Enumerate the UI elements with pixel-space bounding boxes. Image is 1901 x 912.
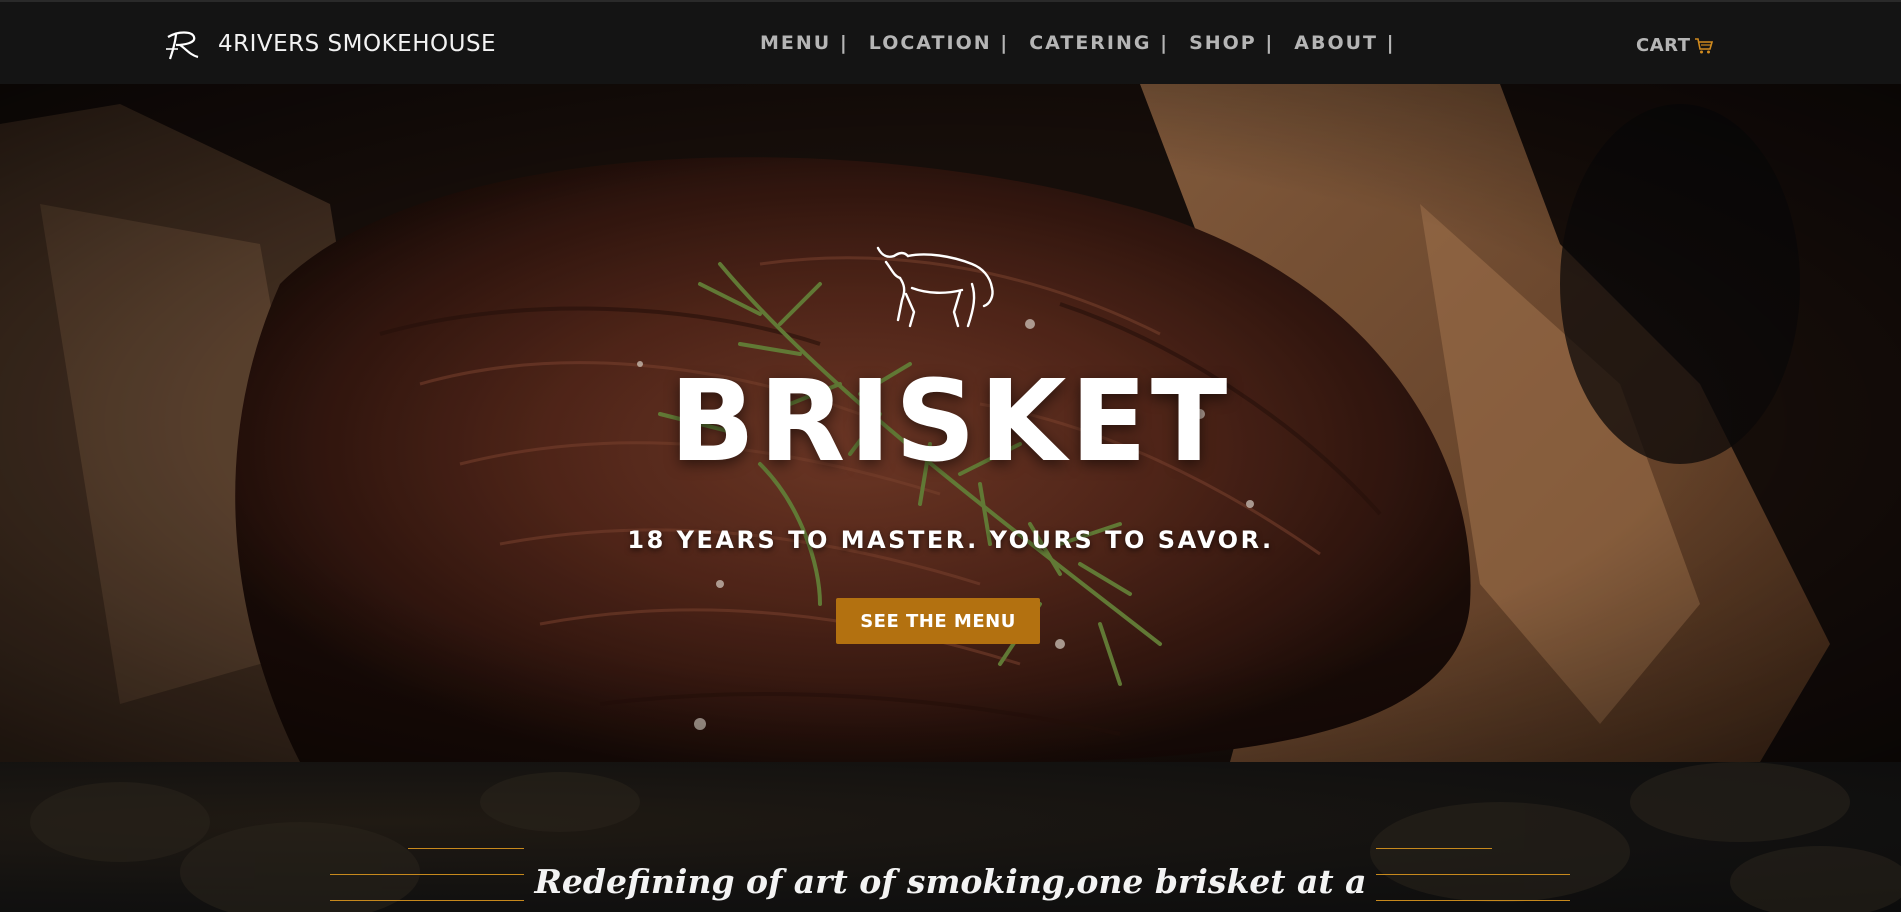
see-the-menu-button[interactable]: SEE THE MENU xyxy=(836,598,1040,644)
hero-subtitle: 18 YEARS TO MASTER. YOURS TO SAVOR. xyxy=(627,526,1274,554)
cart-link[interactable]: CART xyxy=(1636,35,1714,56)
nav-item-catering[interactable]: CATERING | xyxy=(1029,32,1169,54)
cart-label: CART xyxy=(1636,35,1691,56)
nav-item-location[interactable]: LOCATION | xyxy=(869,32,1009,54)
nav-item-about[interactable]: ABOUT | xyxy=(1294,32,1395,54)
nav-item-shop[interactable]: SHOP | xyxy=(1189,32,1274,54)
nav-item-menu[interactable]: MENU | xyxy=(760,32,849,54)
main-nav: MENU | LOCATION | CATERING | SHOP | ABOU… xyxy=(760,32,1396,54)
brand-name: 4RIVERS SMOKEHOUSE xyxy=(218,31,497,57)
hero-section: BRISKET 18 YEARS TO MASTER. YOURS TO SAV… xyxy=(0,84,1901,762)
top-navbar: 4RIVERS SMOKEHOUSE MENU | LOCATION | CAT… xyxy=(0,0,1901,84)
tagline-section: Redefining of art of smoking,one brisket… xyxy=(0,762,1901,912)
hero-content: BRISKET 18 YEARS TO MASTER. YOURS TO SAV… xyxy=(0,84,1901,762)
hero-title: BRISKET xyxy=(669,357,1232,487)
tagline-heading: Redefining of art of smoking,one brisket… xyxy=(534,862,1367,901)
brand-home-link[interactable]: 4RIVERS SMOKEHOUSE xyxy=(164,24,496,64)
r-monogram-logo-icon xyxy=(166,31,199,60)
bull-icon xyxy=(876,246,994,328)
shopping-cart-icon xyxy=(1695,37,1714,53)
